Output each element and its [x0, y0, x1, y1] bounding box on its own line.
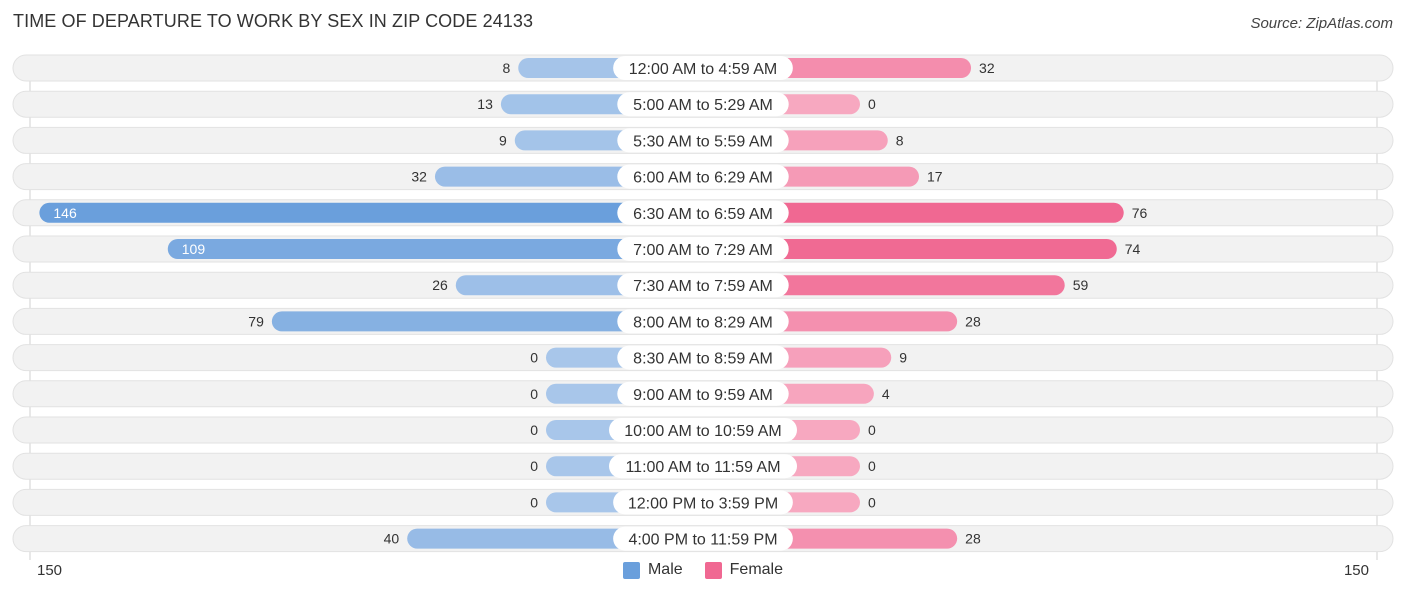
category-label: 8:00 AM to 8:29 AM	[633, 314, 773, 331]
female-value-label: 28	[965, 313, 981, 329]
male-value-label: 0	[530, 422, 538, 438]
female-value-label: 76	[1132, 205, 1148, 221]
category-label: 4:00 PM to 11:59 PM	[628, 532, 777, 549]
category-label: 6:00 AM to 6:29 AM	[633, 170, 773, 187]
row-13: 40 28 4:00 PM to 11:59 PM	[12, 525, 1394, 553]
legend-item-male[interactable]: Male	[622, 561, 683, 579]
row-4: 146 76 6:30 AM to 6:59 AM	[12, 199, 1394, 227]
male-value-label: 32	[411, 169, 427, 185]
row-9: 0 4 9:00 AM to 9:59 AM	[12, 380, 1394, 408]
row-5: 109 74 7:00 AM to 7:29 AM	[12, 235, 1394, 263]
category-label: 12:00 PM to 3:59 PM	[628, 495, 778, 512]
category-label: 12:00 AM to 4:59 AM	[629, 61, 778, 78]
legend-swatch-female	[704, 561, 722, 579]
row-11: 0 0 11:00 AM to 11:59 AM	[12, 452, 1394, 480]
male-value-label: 146	[53, 205, 77, 221]
row-3: 32 17 6:00 AM to 6:29 AM	[12, 163, 1394, 191]
male-value-label: 0	[530, 386, 538, 402]
male-value-label: 8	[502, 60, 510, 76]
female-value-label: 28	[965, 531, 981, 547]
row-6: 26 59 7:30 AM to 7:59 AM	[12, 271, 1394, 299]
female-value-label: 59	[1073, 277, 1089, 293]
legend-item-female[interactable]: Female	[704, 561, 784, 579]
legend-label-male: Male	[647, 561, 683, 578]
female-value-label: 74	[1125, 241, 1141, 257]
male-value-label: 13	[477, 96, 493, 112]
category-label: 6:30 AM to 6:59 AM	[633, 206, 773, 223]
male-value-label: 0	[530, 494, 538, 510]
female-value-label: 17	[927, 169, 943, 185]
category-label: 9:00 AM to 9:59 AM	[633, 387, 773, 404]
female-value-label: 0	[868, 494, 876, 510]
category-label: 7:30 AM to 7:59 AM	[633, 278, 773, 295]
female-value-label: 0	[868, 458, 876, 474]
row-8: 0 9 8:30 AM to 8:59 AM	[12, 344, 1394, 372]
male-value-label: 79	[248, 313, 264, 329]
male-bar	[39, 202, 703, 223]
category-label: 7:00 AM to 7:29 AM	[633, 242, 773, 259]
female-value-label: 9	[899, 350, 907, 366]
male-value-label: 9	[499, 132, 507, 148]
male-value-label: 0	[530, 458, 538, 474]
female-value-label: 4	[882, 386, 890, 402]
male-value-label: 40	[384, 531, 400, 547]
category-label: 5:00 AM to 5:29 AM	[633, 97, 773, 114]
female-value-label: 32	[979, 60, 995, 76]
male-value-label: 109	[182, 241, 206, 257]
category-label: 5:30 AM to 5:59 AM	[633, 133, 773, 150]
category-label: 10:00 AM to 10:59 AM	[624, 423, 781, 440]
legend-swatch-male	[622, 561, 640, 579]
row-7: 79 28 8:00 AM to 8:29 AM	[12, 307, 1394, 335]
male-value-label: 26	[432, 277, 448, 293]
female-value-label: 8	[896, 132, 904, 148]
category-label: 11:00 AM to 11:59 AM	[625, 459, 780, 476]
female-value-label: 0	[868, 96, 876, 112]
row-12: 0 0 12:00 PM to 3:59 PM	[12, 488, 1394, 516]
legend: Male Female	[0, 561, 1406, 579]
row-0: 8 32 12:00 AM to 4:59 AM	[12, 54, 1394, 82]
female-value-label: 0	[868, 422, 876, 438]
legend-label-female: Female	[729, 561, 784, 578]
chart-canvas: 8 32 12:00 AM to 4:59 AM 13 0 5:00 AM to 5:29…	[12, 54, 1394, 560]
row-10: 0 0 10:00 AM to 10:59 AM	[12, 416, 1394, 444]
row-1: 13 0 5:00 AM to 5:29 AM	[12, 90, 1394, 118]
male-value-label: 0	[530, 350, 538, 366]
category-label: 8:30 AM to 8:59 AM	[633, 351, 773, 368]
row-2: 9 8 5:30 AM to 5:59 AM	[12, 126, 1394, 154]
